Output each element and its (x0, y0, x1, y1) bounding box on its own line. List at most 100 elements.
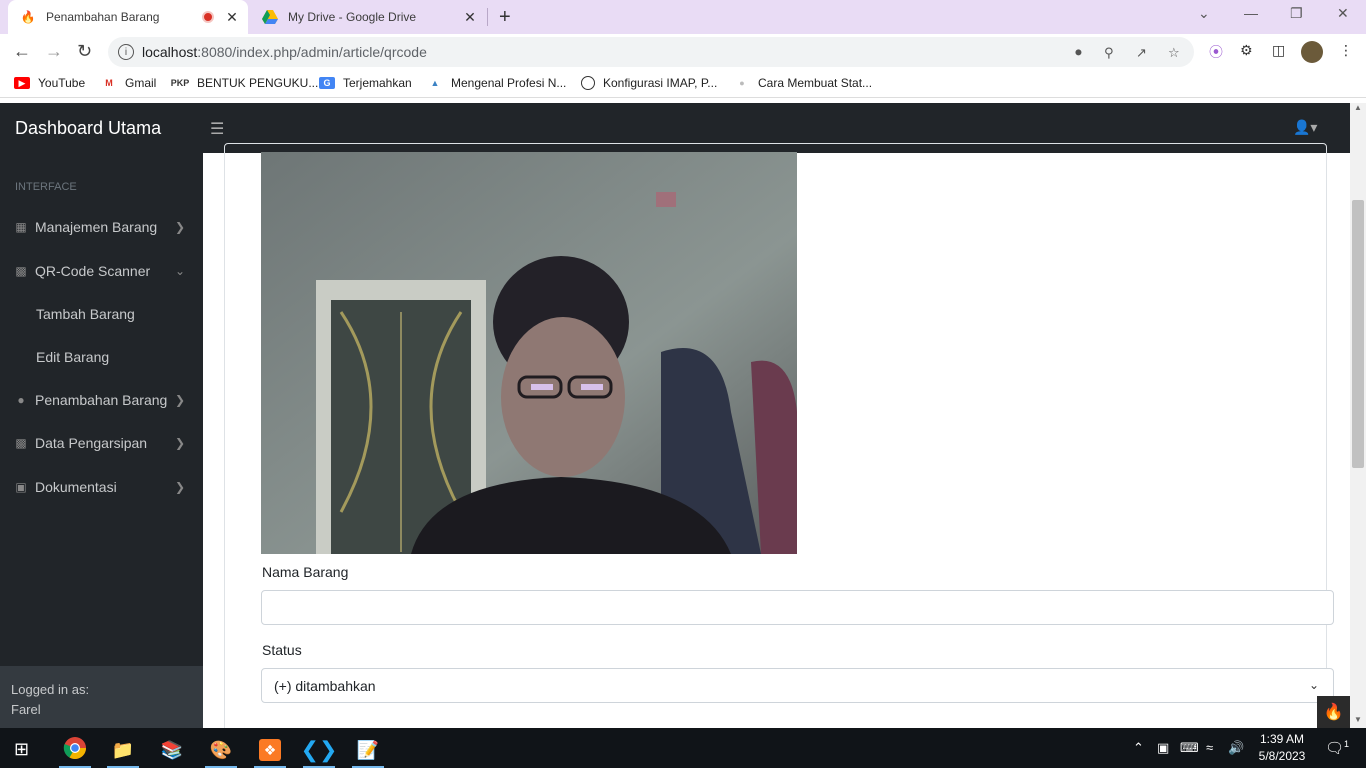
sidebar: Interface ▦ Manajemen Barang ❯ ▩ QR-Code… (0, 153, 203, 728)
bookmark-cara-membuat[interactable]: ● Cara Membuat Stat... (734, 76, 872, 90)
sidebar-item-qrcode-scanner[interactable]: ▩ QR-Code Scanner ⌄ (0, 251, 203, 291)
chevron-down-icon: ⌄ (1308, 678, 1319, 692)
tray-wifi-icon[interactable]: ≈ (1206, 740, 1213, 755)
taskbar-file-explorer[interactable]: 📁 (103, 732, 143, 768)
menu-kebab-icon[interactable]: ⋮ (1339, 42, 1353, 59)
notepad-icon: 📝 (356, 739, 380, 760)
profile-avatar[interactable] (1301, 41, 1323, 63)
taskbar-chrome[interactable] (55, 732, 95, 768)
reload-button[interactable]: ↻ (77, 41, 92, 62)
zoom-icon[interactable]: ⚲ (1104, 45, 1114, 61)
xampp-icon: ❖ (259, 739, 281, 761)
tab-search-chevron-icon[interactable]: ⌄ (1198, 5, 1210, 22)
folder-icon: 📁 (111, 739, 135, 760)
forward-button[interactable]: → (45, 41, 63, 62)
brand-title[interactable]: Dashboard Utama (15, 118, 161, 139)
site-icon: ● (739, 78, 745, 88)
taskbar-app-3[interactable]: 📚 (152, 732, 192, 768)
recording-indicator-icon (202, 11, 214, 23)
sidebar-subitem-edit-barang[interactable]: Edit Barang (36, 349, 109, 365)
close-tab-icon[interactable]: ✕ (462, 9, 478, 26)
browser-tab-strip: 🔥 Penambahan Barang ✕ My Drive - Google … (0, 0, 1366, 34)
sidebar-item-manajemen-barang[interactable]: ▦ Manajemen Barang ❯ (0, 207, 203, 247)
web-page: Dashboard Utama ☰ 👤▾ Interface ▦ Manajem… (0, 103, 1350, 728)
qrcode-form-card: Nama Barang Status (+) ditambahkan ⌄ (224, 143, 1334, 728)
xampp-favicon-icon: 🔥 (20, 10, 36, 24)
gmail-icon: M (105, 78, 113, 88)
xampp-flame-icon[interactable]: 🔥 (1317, 696, 1350, 728)
cast-icon[interactable]: ⦿ (1209, 42, 1223, 62)
minimize-button[interactable]: — (1244, 5, 1258, 21)
chevron-right-icon: ❯ (174, 436, 185, 450)
chevron-right-icon: ❯ (174, 220, 185, 234)
taskbar-app-7[interactable]: 📝 (348, 732, 388, 768)
side-panel-icon[interactable]: ◫ (1272, 42, 1285, 59)
logged-in-user: Farel (11, 702, 41, 717)
sidebar-item-penambahan-barang[interactable]: ● Penambahan Barang ❯ (0, 380, 203, 420)
sidebar-item-data-pengarsipan[interactable]: ▩ Data Pengarsipan ❯ (0, 423, 203, 463)
status-select[interactable]: (+) ditambahkan ⌄ (261, 668, 1334, 703)
bookmark-terjemahkan[interactable]: G Terjemahkan (319, 76, 412, 90)
bookmark-konfigurasi-imap[interactable]: Konfigurasi IMAP, P... (581, 76, 717, 90)
tray-volume-icon[interactable]: 🔊 (1228, 740, 1244, 756)
sidebar-toggle-icon[interactable]: ☰ (210, 119, 224, 139)
url-text: localhost:8080/index.php/admin/article/q… (142, 44, 427, 60)
tray-chevron-up-icon[interactable]: ⌃ (1133, 740, 1144, 756)
tab-penambahan-barang[interactable]: 🔥 Penambahan Barang ✕ (8, 0, 248, 34)
site-icon (581, 76, 595, 90)
bookmark-bentuk[interactable]: PKP BENTUK PENGUKU... (171, 76, 319, 90)
scrollbar-thumb[interactable] (1352, 200, 1364, 468)
restore-button[interactable]: ❐ (1290, 5, 1303, 22)
tab-separator (487, 8, 488, 26)
qrcode-icon: ▩ (15, 264, 27, 278)
taskbar-app-4[interactable]: 🎨 (201, 732, 241, 768)
scroll-up-icon[interactable]: ▲ (1354, 103, 1362, 112)
address-bar-row: ← → ↻ i localhost:8080/index.php/admin/a… (0, 34, 1366, 70)
tab-google-drive[interactable]: My Drive - Google Drive ✕ (250, 0, 486, 34)
bookmark-gmail[interactable]: M Gmail (101, 76, 156, 90)
tray-ime-icon[interactable]: ⌨ (1180, 740, 1199, 756)
logged-in-label: Logged in as: (11, 682, 90, 697)
notification-center-icon[interactable]: 🗨1 (1325, 739, 1349, 757)
books-icon: 📚 (160, 739, 184, 760)
camera-preview (261, 152, 797, 554)
share-icon[interactable]: ↗ (1136, 45, 1147, 61)
chevron-down-icon: ⌄ (174, 264, 185, 278)
taskbar-vscode[interactable]: ❮❯ (299, 732, 339, 768)
extensions-puzzle-icon[interactable]: ⚙ (1240, 42, 1253, 59)
user-dropdown-icon[interactable]: 👤▾ (1293, 119, 1317, 136)
tray-meet-icon[interactable]: ▣ (1157, 740, 1169, 756)
omnibox[interactable]: i localhost:8080/index.php/admin/article… (108, 37, 1194, 67)
site-icon: ▲ (430, 78, 440, 88)
taskbar-clock[interactable]: 1:39 AM 5/8/2023 (1254, 731, 1310, 765)
site-info-icon[interactable]: i (118, 44, 134, 60)
file-icon: ▩ (15, 436, 27, 450)
new-tab-button[interactable]: + (499, 6, 511, 29)
sidebar-subitem-tambah-barang[interactable]: Tambah Barang (36, 306, 135, 322)
nama-barang-input[interactable] (261, 590, 1334, 625)
circle-icon: ● (17, 393, 25, 407)
sidebar-item-dokumentasi[interactable]: ▣ Dokumentasi ❯ (0, 467, 203, 507)
chrome-icon (63, 736, 87, 765)
bookmark-youtube[interactable]: ▶ YouTube (14, 76, 85, 90)
vscode-icon: ❮❯ (300, 737, 338, 762)
status-label: Status (262, 642, 302, 658)
youtube-icon: ▶ (14, 77, 30, 89)
scroll-down-icon[interactable]: ▼ (1354, 715, 1362, 724)
page-scrollbar[interactable]: ▲ ▼ (1350, 103, 1366, 728)
chevron-right-icon: ❯ (174, 393, 185, 407)
camera-in-use-icon[interactable]: ⚫ (1073, 45, 1084, 61)
tab-title: My Drive - Google Drive (288, 10, 417, 24)
chevron-right-icon: ❯ (174, 480, 185, 494)
tab-title: Penambahan Barang (46, 10, 160, 24)
back-button[interactable]: ← (13, 41, 31, 62)
paint-icon: 🎨 (209, 739, 233, 760)
windows-taskbar: ⊞ 📁 📚 🎨 ❖ ❮❯ 📝 ⌃ ▣ ⌨ ≈ 🔊 1:39 AM 5/8/202… (0, 728, 1366, 768)
bookmark-star-icon[interactable]: ☆ (1168, 45, 1180, 61)
close-tab-icon[interactable]: ✕ (224, 9, 240, 26)
table-icon: ▦ (15, 220, 27, 234)
close-window-button[interactable]: ✕ (1337, 5, 1349, 22)
taskbar-xampp[interactable]: ❖ (250, 732, 290, 768)
windows-start-icon[interactable]: ⊞ (14, 739, 29, 760)
bookmark-mengenal-profesi[interactable]: ▲ Mengenal Profesi N... (427, 76, 567, 90)
